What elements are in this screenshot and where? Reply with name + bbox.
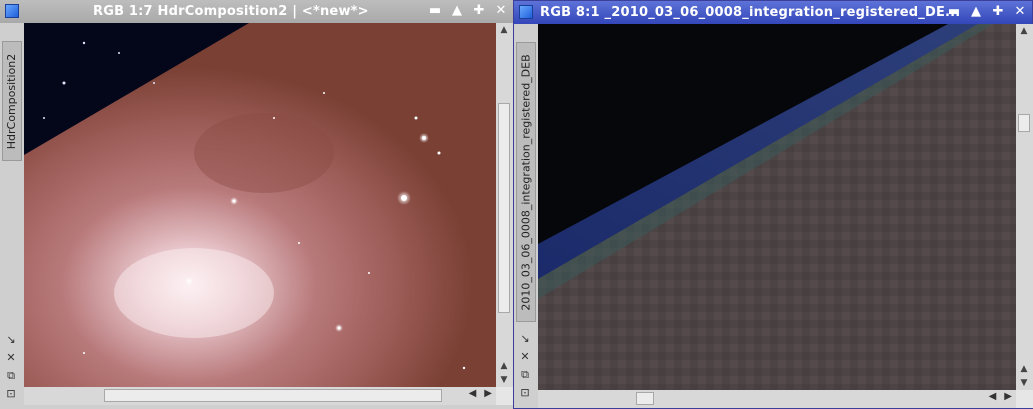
expand-button[interactable]: ✚ bbox=[990, 4, 1006, 20]
scroll-left-icon[interactable]: ◀ bbox=[469, 388, 477, 399]
resize-icon[interactable]: ↘ bbox=[518, 332, 532, 346]
window-titlebar[interactable]: RGB 8:1 _2010_03_06_0008_integration_reg… bbox=[514, 1, 1032, 24]
window-sidebar: 2010_03_06_0008_integration_registered_D… bbox=[514, 24, 538, 408]
scroll-up-icon[interactable]: ▲ bbox=[497, 25, 511, 35]
copy-icon[interactable]: ⧉ bbox=[4, 369, 18, 383]
fit-icon[interactable]: ✕ bbox=[518, 350, 532, 364]
horizontal-scroll-thumb[interactable] bbox=[104, 389, 442, 402]
zoom-icon[interactable]: ⊡ bbox=[4, 387, 18, 401]
image-window-hdr[interactable]: RGB 1:7 HdrComposition2 | <*new*> ▬ ▲ ✚ … bbox=[0, 0, 513, 409]
zoomed-pixel-image bbox=[538, 24, 1028, 390]
window-icon bbox=[5, 4, 19, 18]
image-window-integration[interactable]: RGB 8:1 _2010_03_06_0008_integration_reg… bbox=[513, 0, 1033, 409]
scroll-up-icon[interactable]: ▲ bbox=[497, 361, 511, 371]
nebula-image bbox=[24, 23, 496, 387]
window-titlebar[interactable]: RGB 1:7 HdrComposition2 | <*new*> ▬ ▲ ✚ … bbox=[0, 0, 513, 23]
copy-icon[interactable]: ⧉ bbox=[518, 368, 532, 382]
zoom-icon[interactable]: ⊡ bbox=[518, 386, 532, 400]
fit-icon[interactable]: ✕ bbox=[4, 351, 18, 365]
expand-button[interactable]: ✚ bbox=[471, 3, 487, 19]
scroll-down-icon[interactable]: ▼ bbox=[1017, 378, 1031, 388]
scroll-right-icon[interactable]: ▶ bbox=[484, 388, 492, 399]
close-button[interactable]: ✕ bbox=[493, 3, 509, 19]
scroll-up-icon[interactable]: ▲ bbox=[1017, 26, 1031, 36]
horizontal-scrollbar[interactable]: ◀ ▶ bbox=[24, 387, 496, 405]
maximize-button[interactable]: ▲ bbox=[449, 3, 465, 19]
scroll-corner bbox=[496, 387, 513, 405]
image-viewport[interactable] bbox=[538, 24, 1028, 390]
identifier-tab[interactable]: 2010_03_06_0008_integration_registered_D… bbox=[516, 42, 536, 322]
identifier-tab[interactable]: HdrComposition2 bbox=[2, 41, 22, 161]
resize-icon[interactable]: ↘ bbox=[4, 333, 18, 347]
vertical-scrollbar[interactable]: ▲ ▲ ▼ bbox=[496, 23, 513, 387]
horizontal-scroll-thumb[interactable] bbox=[636, 392, 654, 405]
scroll-left-icon[interactable]: ◀ bbox=[989, 391, 997, 402]
scroll-down-icon[interactable]: ▼ bbox=[497, 375, 511, 385]
window-sidebar: HdrComposition2 ↘ ✕ ⧉ ⊡ bbox=[0, 23, 24, 409]
window-title: RGB 1:7 HdrComposition2 | <*new*> bbox=[93, 4, 369, 19]
scroll-up-icon[interactable]: ▲ bbox=[1017, 364, 1031, 374]
close-button[interactable]: ✕ bbox=[1012, 4, 1028, 20]
image-viewport[interactable] bbox=[24, 23, 496, 387]
shade-button[interactable]: ▬ bbox=[427, 3, 443, 19]
vertical-scroll-thumb[interactable] bbox=[1018, 114, 1030, 132]
window-title: RGB 8:1 _2010_03_06_0008_integration_reg… bbox=[540, 5, 961, 20]
maximize-button[interactable]: ▲ bbox=[968, 4, 984, 20]
vertical-scroll-thumb[interactable] bbox=[498, 103, 510, 313]
vertical-scrollbar[interactable]: ▲ ▲ ▼ bbox=[1016, 24, 1033, 390]
shade-button[interactable]: ▬ bbox=[946, 4, 962, 20]
window-icon bbox=[519, 5, 533, 19]
scroll-corner bbox=[1016, 390, 1033, 408]
scroll-right-icon[interactable]: ▶ bbox=[1004, 391, 1012, 402]
horizontal-scrollbar[interactable]: ◀ ▶ bbox=[538, 390, 1016, 408]
